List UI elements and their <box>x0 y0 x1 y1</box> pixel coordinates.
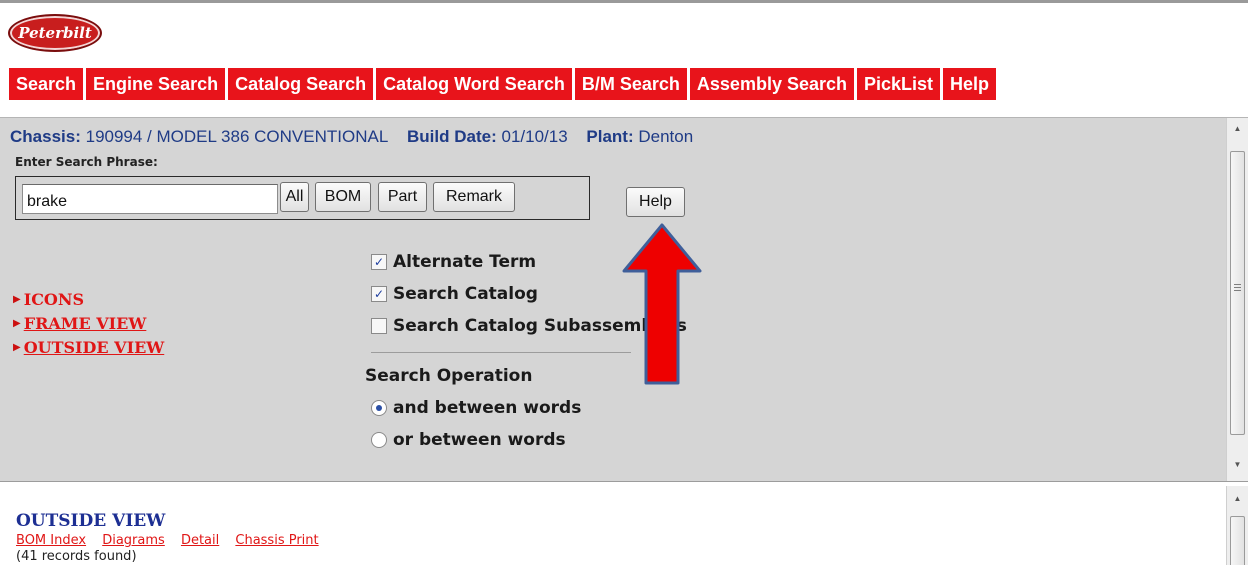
menu-item-catalog-word-search[interactable]: Catalog Word Search <box>376 68 572 100</box>
chassis-label: Chassis: <box>10 127 81 146</box>
menu-item-assembly-search[interactable]: Assembly Search <box>689 68 854 100</box>
bom-index-link[interactable]: BOM Index <box>16 533 86 548</box>
scroll-down-arrow-icon[interactable]: ▼ <box>1227 456 1248 474</box>
view-links: ▶ ICONS ▶ FRAME VIEW ▶ OUTSIDE VIEW <box>13 288 164 360</box>
plant-value: Denton <box>638 127 694 146</box>
or-between-words-radio[interactable] <box>371 432 387 448</box>
triangle-right-icon: ▶ <box>13 294 21 305</box>
alternate-term-label: Alternate Term <box>393 252 537 272</box>
and-between-words-radio[interactable] <box>371 400 387 416</box>
plant-label: Plant: <box>586 127 634 146</box>
chassis-print-link[interactable]: Chassis Print <box>235 533 318 548</box>
build-date-value: 01/10/13 <box>501 127 568 146</box>
bom-button[interactable]: BOM <box>315 182 371 212</box>
panel-scrollbar[interactable]: ▲ ▼ <box>1226 118 1248 481</box>
search-catalog-subassemblies-checkbox[interactable] <box>371 318 387 334</box>
frame-view-link-label: FRAME VIEW <box>23 314 147 333</box>
panel-scroll-thumb[interactable] <box>1230 151 1245 435</box>
menu-item-bm-search[interactable]: B/M Search <box>574 68 687 100</box>
menu-item-catalog-search[interactable]: Catalog Search <box>228 68 374 100</box>
menu-item-help[interactable]: Help <box>943 68 997 100</box>
search-catalog-checkbox[interactable]: ✓ <box>371 286 387 302</box>
triangle-right-icon: ▶ <box>13 342 21 353</box>
part-button[interactable]: Part <box>378 182 427 212</box>
options-divider <box>371 352 631 353</box>
outside-view-link-label: OUTSIDE VIEW <box>23 338 165 357</box>
menu-item-picklist[interactable]: PickList <box>857 68 941 100</box>
search-phrase-input[interactable] <box>22 184 278 214</box>
or-between-words-option[interactable]: or between words <box>371 429 566 451</box>
results-title: OUTSIDE VIEW <box>16 511 166 531</box>
main-menu: Search Engine Search Catalog Search Cata… <box>9 68 999 100</box>
results-scroll-thumb[interactable] <box>1230 516 1245 565</box>
red-up-arrow-annotation <box>622 223 702 385</box>
top-border <box>0 0 1248 3</box>
peterbilt-logo[interactable]: Peterbilt <box>8 14 102 52</box>
chassis-value: 190994 / MODEL 386 CONVENTIONAL <box>85 127 389 146</box>
alternate-term-option[interactable]: ✓ Alternate Term <box>371 251 536 273</box>
triangle-right-icon: ▶ <box>13 318 21 329</box>
records-found: (41 records found) <box>16 549 137 564</box>
logo-text: Peterbilt <box>18 24 92 42</box>
alternate-term-checkbox[interactable]: ✓ <box>371 254 387 270</box>
menu-item-engine-search[interactable]: Engine Search <box>86 68 226 100</box>
search-box: All BOM Part Remark <box>15 176 590 220</box>
scroll-up-arrow-icon[interactable]: ▲ <box>1227 490 1248 508</box>
search-catalog-label: Search Catalog <box>393 284 538 304</box>
search-operation-title: Search Operation <box>365 366 533 386</box>
search-catalog-option[interactable]: ✓ Search Catalog <box>371 283 538 305</box>
help-button[interactable]: Help <box>626 187 685 217</box>
or-between-words-label: or between words <box>393 430 566 450</box>
results-scrollbar[interactable]: ▲ <box>1226 486 1248 565</box>
icons-link[interactable]: ▶ ICONS <box>13 288 164 312</box>
menu-item-search[interactable]: Search <box>9 68 84 100</box>
grip-line <box>1234 290 1241 291</box>
search-phrase-label: Enter Search Phrase: <box>15 155 158 169</box>
diagrams-link[interactable]: Diagrams <box>102 533 165 548</box>
results-links: BOM Index Diagrams Detail Chassis Print <box>16 533 331 548</box>
and-between-words-option[interactable]: and between words <box>371 397 581 419</box>
grip-line <box>1234 287 1241 288</box>
icons-link-label: ICONS <box>23 290 85 309</box>
all-button[interactable]: All <box>280 182 309 212</box>
scroll-up-arrow-icon[interactable]: ▲ <box>1227 120 1248 138</box>
frame-view-link[interactable]: ▶ FRAME VIEW <box>13 312 164 336</box>
and-between-words-label: and between words <box>393 398 582 418</box>
outside-view-link[interactable]: ▶ OUTSIDE VIEW <box>13 336 164 360</box>
grip-line <box>1234 284 1241 285</box>
build-date-label: Build Date: <box>407 127 497 146</box>
remark-button[interactable]: Remark <box>433 182 515 212</box>
detail-link[interactable]: Detail <box>181 533 219 548</box>
chassis-info: Chassis: 190994 / MODEL 386 CONVENTIONAL… <box>10 127 693 147</box>
